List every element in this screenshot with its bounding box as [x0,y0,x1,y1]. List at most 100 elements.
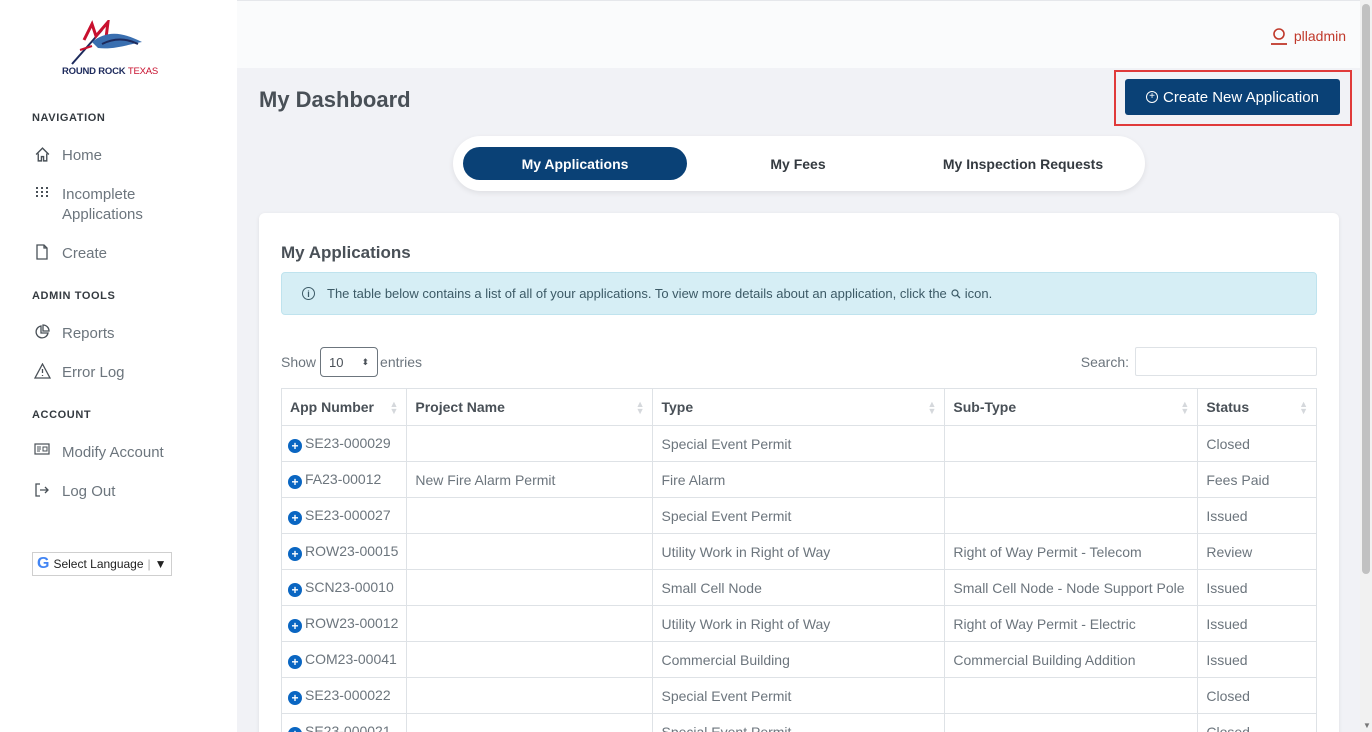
expand-row-icon[interactable]: + [288,726,302,732]
expand-row-icon[interactable]: + [288,546,302,561]
cell-type: Fire Alarm [652,461,946,498]
cell-app-number: + COM23-00041 [280,641,408,678]
cell-app-number: + SE23-000029 [280,425,408,462]
expand-row-icon[interactable]: + [288,474,302,489]
expand-row-icon[interactable]: + [288,654,302,669]
select-arrows-icon: ⬍ [361,356,370,367]
card-title: My Applications [281,243,411,262]
cell-project-name [406,497,654,534]
sidebar-item-home[interactable]: Home [32,146,102,166]
table-row[interactable]: + ROW23-00015 Utility Work in Right of Way… [280,533,1317,570]
page-scrollbar[interactable]: ▼ [1360,0,1372,732]
user-menu[interactable]: plladmin [1270,27,1346,45]
tab-my-applications[interactable]: My Applications [463,147,687,180]
sort-icon: ▲ ▼ [927,399,937,416]
expand-row-icon[interactable]: + [288,618,302,633]
sort-icon: ▲ ▼ [1299,399,1308,416]
app-number-text: ROW23-00015 [305,542,399,559]
tab-my-fees[interactable]: My Fees [743,147,853,180]
dashboard-tabs: My Applications My Fees My Inspection Re… [453,136,1145,191]
top-bar: plladmin [237,0,1360,68]
entries-select[interactable]: 10 ⬍ [320,347,379,377]
language-separator: | [147,557,151,571]
cell-project-name [406,641,654,678]
app-number-text: ROW23-00012 [305,614,399,631]
plus-circle-icon: + [1146,91,1159,103]
search-icon [951,288,961,299]
table-row[interactable]: + SCN23-00010 Small Cell Node Small Cell No… [280,569,1317,606]
cell-status: Closed [1197,677,1317,714]
app-number-text: FA23-00012 [305,470,382,487]
table-row[interactable]: + FA23-00012 New Fire Alarm Permit Fire Ala… [280,461,1317,498]
app-number-text: COM23-00041 [305,650,397,667]
table-row[interactable]: + SE23-000027 Special Event Permit Issued [280,497,1317,534]
column-header-type[interactable]: Type ▲ ▼ [652,388,946,426]
app-number-text: SE23-000022 [305,686,391,703]
cell-app-number: + SE23-000022 [280,677,408,714]
cell-status: Review [1197,533,1317,570]
sidebar-item-modify-account[interactable]: Modify Account [32,443,164,463]
scrollbar-thumb[interactable] [1362,4,1370,574]
navigation-section-label: NAVIGATION [32,112,106,124]
table-row[interactable]: + ROW23-00012 Utility Work in Right of Way… [280,605,1317,642]
create-button-label: Create New Application [1163,88,1319,106]
city-logo-text: ROUND ROCK TEXAS [62,66,159,77]
sidebar-item-reports[interactable]: Reports [32,324,115,344]
table-row[interactable]: +SE23-000021 Special Event Permit Closed [280,713,1317,732]
sidebar-item-log-out[interactable]: Log Out [32,482,115,502]
column-header-project-name[interactable]: Project Name ▲ ▼ [406,388,654,426]
cell-type: Special Event Permit [652,425,946,462]
cell-sub-type: Small Cell Node - Node Support Pole [944,569,1199,606]
create-new-application-button[interactable]: + Create New Application [1125,79,1340,115]
column-header-sub-type[interactable]: Sub-Type ▲ ▼ [944,388,1199,426]
expand-row-icon[interactable]: + [288,510,302,525]
cell-status: Fees Paid [1197,461,1317,498]
cell-project-name [406,569,654,606]
cell-type: Small Cell Node [652,569,946,606]
applications-card: My Applications i The table below contai… [259,213,1339,732]
cell-status: Issued [1197,569,1317,606]
language-selector[interactable]: G Select Language | ▼ [32,552,172,576]
sidebar-item-incomplete-applications[interactable]: Incomplete Applications [32,185,192,225]
sidebar-item-error-log[interactable]: Error Log [32,363,125,383]
scroll-down-arrow-icon[interactable]: ▼ [1363,721,1371,730]
cell-project-name [406,677,654,714]
cell-sub-type [944,713,1199,732]
cell-app-number: + ROW23-00012 [280,605,408,642]
cell-type: Special Event Permit [652,713,946,732]
app-number-text: SE23-000021 [305,722,391,732]
username: plladmin [1293,28,1346,44]
entries-label: entries [380,354,423,370]
sort-icon: ▲ ▼ [1180,399,1190,416]
sort-icon: ▲ ▼ [635,399,645,416]
cell-project-name: New Fire Alarm Permit [406,461,654,498]
expand-row-icon[interactable]: + [288,690,302,705]
warning-icon [32,363,52,379]
cell-app-number: + FA23-00012 [280,461,408,498]
cell-sub-type: Right of Way Permit - Electric [944,605,1199,642]
column-header-status[interactable]: Status ▲ ▼ [1197,388,1317,426]
table-row[interactable]: + COM23-00041 Commercial Building Commercia… [280,641,1317,678]
cell-sub-type [944,677,1199,714]
expand-row-icon[interactable]: + [288,582,302,597]
sidebar-item-create[interactable]: Create [32,244,107,264]
cell-app-number: + ROW23-00015 [280,533,408,570]
cell-status: Closed [1197,713,1317,732]
app-number-text: SCN23-00010 [305,578,394,595]
tab-my-inspection-requests[interactable]: My Inspection Requests [923,147,1123,180]
search-input[interactable] [1135,347,1317,376]
table-row[interactable]: + SE23-000029 Special Event Permit Closed [280,425,1317,462]
document-icon [32,244,52,260]
logout-icon [32,482,52,498]
table-row[interactable]: + SE23-000022 Special Event Permit Closed [280,677,1317,714]
sidebar-item-label: Reports [62,325,115,342]
cell-type: Special Event Permit [652,677,946,714]
column-header-app-number[interactable]: App Number ▲ ▼ [280,388,408,426]
pie-chart-icon [32,324,52,340]
cell-type: Utility Work in Right of Way [652,605,946,642]
expand-row-icon[interactable]: + [288,438,302,453]
city-logo[interactable] [62,20,182,70]
table-header-row: App Number ▲ ▼ Project Name ▲ ▼ Type ▲ ▼ Sub-T… [280,388,1317,426]
sidebar-item-label: Modify Account [62,444,164,461]
cell-sub-type: Right of Way Permit - Telecom [944,533,1199,570]
